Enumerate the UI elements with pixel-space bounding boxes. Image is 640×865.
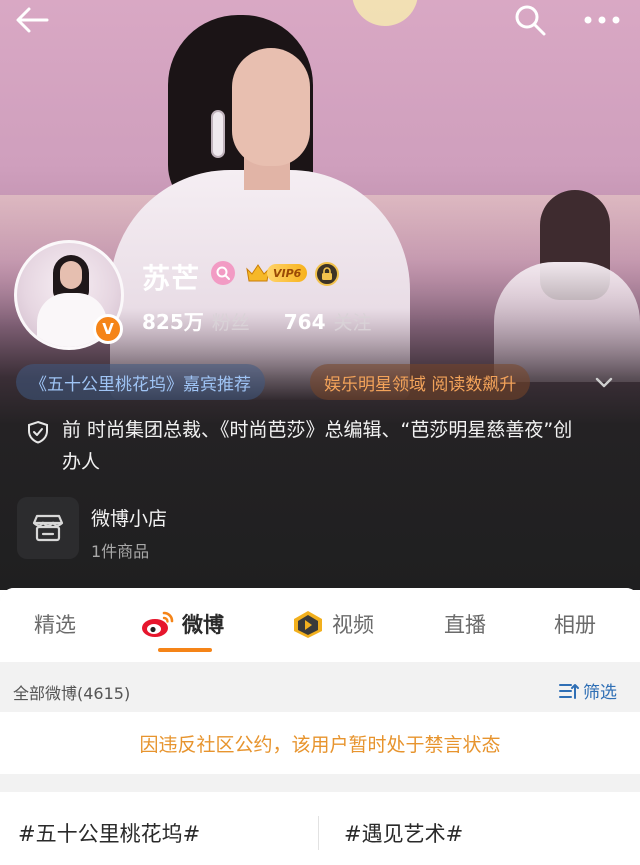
profile-bio: 前 时尚集团总裁、《时尚芭莎》总编辑、“芭莎明星慈善夜”创办人 — [62, 419, 573, 473]
search-button[interactable] — [510, 2, 550, 38]
tab-video[interactable]: 视频 — [290, 606, 374, 642]
trending-tag[interactable]: 娱乐明星领域 阅读数飙升 — [310, 364, 531, 400]
gold-medal-icon[interactable] — [315, 262, 339, 286]
followers-count[interactable]: 825万 — [142, 306, 204, 335]
search-badge-icon[interactable] — [211, 261, 235, 285]
topic-divider — [318, 816, 319, 850]
following-count[interactable]: 764 — [284, 310, 326, 334]
tab-label: 视频 — [332, 613, 374, 637]
filter-label: 筛选 — [583, 683, 617, 703]
active-tab-indicator — [158, 648, 212, 652]
recommend-tag[interactable]: 《五十公里桃花坞》嘉宾推荐 — [16, 364, 265, 400]
avatar-head — [60, 261, 82, 289]
following-label[interactable]: 关注 — [334, 308, 372, 335]
search-icon — [515, 5, 546, 36]
back-button[interactable] — [10, 2, 54, 38]
tab-album[interactable]: 相册 — [554, 606, 596, 642]
filter-icon — [559, 683, 579, 699]
filter-bar: 全部微博(4615) 筛选 — [0, 666, 640, 712]
cover-photo-earring — [211, 110, 225, 158]
topic-row: #五十公里桃花坞# #遇见艺术# — [0, 792, 640, 865]
store-icon — [32, 514, 64, 542]
chevron-down-icon[interactable] — [592, 370, 616, 394]
followers-label[interactable]: 粉丝 — [212, 308, 250, 335]
tab-label: 微博 — [182, 613, 224, 637]
vip-badge[interactable]: VIP6 — [245, 260, 308, 286]
tab-label: 精选 — [34, 613, 76, 637]
verified-badge: V — [93, 314, 123, 344]
tab-live[interactable]: 直播 — [444, 606, 486, 642]
profile-stats: 825万 粉丝 764 关注 — [142, 306, 372, 336]
vip-label: VIP6 — [267, 264, 308, 282]
shop-button[interactable] — [17, 497, 79, 559]
shield-icon — [28, 420, 48, 444]
lock-icon — [322, 267, 332, 280]
shop-title[interactable]: 微博小店 — [91, 504, 167, 531]
tab-weibo[interactable]: 微博 — [140, 606, 224, 642]
background-sun — [352, 0, 418, 26]
more-dots-icon — [584, 16, 620, 24]
weibo-logo-icon — [142, 611, 174, 637]
all-posts-count[interactable]: 全部微博(4615) — [13, 680, 130, 704]
topic-tag[interactable]: #五十公里桃花坞# — [18, 818, 200, 848]
filter-button[interactable]: 筛选 — [558, 678, 617, 703]
shop-item-count: 1件商品 — [91, 542, 150, 561]
ban-notice: 因违反社区公约，该用户暂时处于禁言状态 — [0, 712, 640, 774]
content-panel: 精选 微博 视频 直播 相册 全部微博(4615) 筛选 因违反社区公约，该用户… — [0, 588, 640, 865]
cover-photo-face — [232, 48, 310, 166]
profile-name: 苏芒 — [142, 262, 201, 295]
tab-featured[interactable]: 精选 — [34, 606, 76, 642]
tab-label: 直播 — [444, 613, 486, 637]
magnifier-icon — [216, 266, 230, 280]
back-arrow-icon — [16, 7, 49, 33]
video-play-icon — [294, 611, 322, 638]
topic-tag[interactable]: #遇见艺术# — [344, 818, 463, 848]
tab-label: 相册 — [554, 613, 596, 637]
tab-bar: 精选 微博 视频 直播 相册 — [0, 588, 640, 662]
more-button[interactable] — [578, 2, 626, 38]
